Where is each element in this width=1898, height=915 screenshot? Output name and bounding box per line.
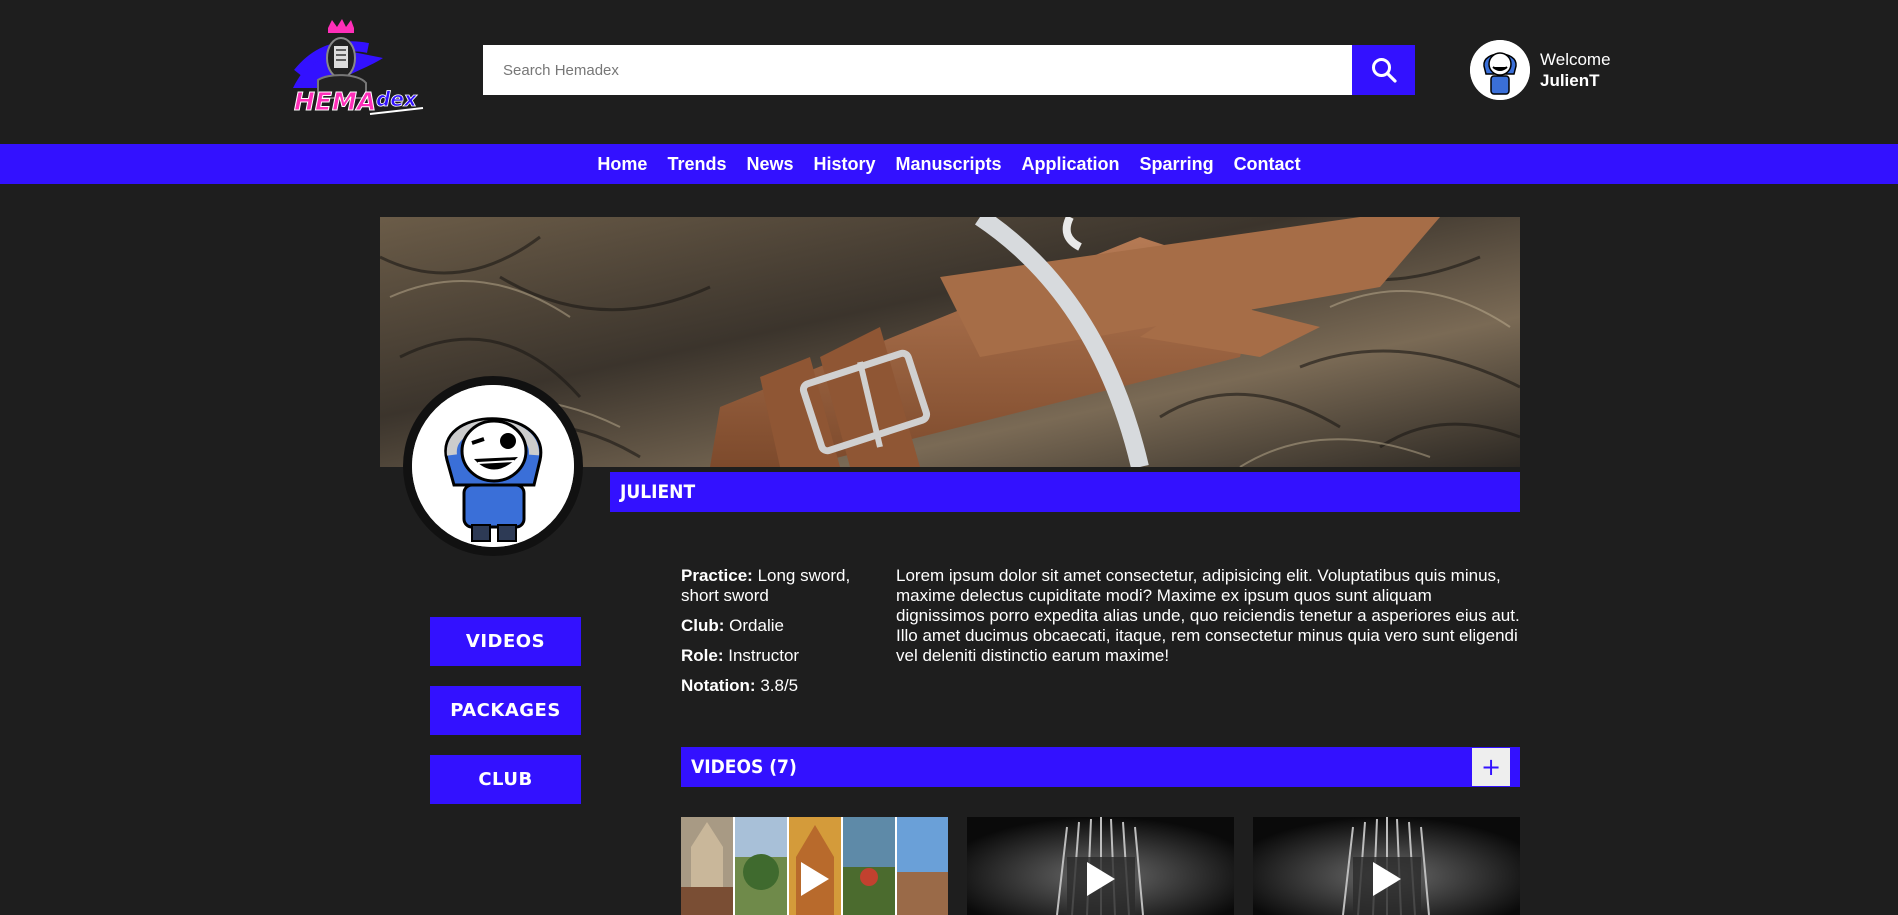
videos-section-header: VIDEOS (7) + xyxy=(681,747,1520,787)
play-icon[interactable] xyxy=(800,862,829,896)
info-value: Ordalie xyxy=(729,616,784,635)
nav-contact[interactable]: Contact xyxy=(1234,154,1301,175)
user-avatar[interactable] xyxy=(1470,40,1530,100)
info-practice: Practice: Long sword, short sword xyxy=(681,566,881,606)
svg-text:dex: dex xyxy=(376,87,418,111)
nav-application[interactable]: Application xyxy=(1022,154,1120,175)
sidebar-videos-button[interactable]: VIDEOS xyxy=(430,617,581,666)
search-bar xyxy=(483,45,1415,95)
nav-news[interactable]: News xyxy=(746,154,793,175)
nav-home[interactable]: Home xyxy=(597,154,647,175)
info-key: Role: xyxy=(681,646,724,665)
videos-title: VIDEOS (7) xyxy=(691,756,797,778)
info-key: Notation: xyxy=(681,676,756,695)
info-key: Practice: xyxy=(681,566,753,585)
profile-bio: Lorem ipsum dolor sit amet consectetur, … xyxy=(896,566,1520,665)
play-icon[interactable] xyxy=(1372,862,1401,896)
add-video-button[interactable]: + xyxy=(1472,748,1510,786)
video-thumbnail[interactable] xyxy=(967,817,1234,915)
info-value: 3.8/5 xyxy=(760,676,799,695)
hemadex-logo[interactable]: HEMA dex xyxy=(288,18,428,124)
sidebar-club-button[interactable]: CLUB xyxy=(430,755,581,804)
nav-history[interactable]: History xyxy=(814,154,876,175)
info-role: Role: Instructor xyxy=(681,646,881,666)
profile-name: JULIENT xyxy=(620,481,696,503)
info-notation: Notation: 3.8/5 xyxy=(681,676,881,696)
main-nav: Home Trends News History Manuscripts App… xyxy=(0,144,1898,184)
username-label[interactable]: JulienT xyxy=(1540,70,1611,91)
welcome-label: Welcome xyxy=(1540,50,1611,69)
profile-info: Practice: Long sword, short sword Club: … xyxy=(681,566,881,706)
sidebar-packages-button[interactable]: PACKAGES xyxy=(430,686,581,735)
profile-name-bar: JULIENT xyxy=(610,472,1520,512)
mascot-avatar-icon xyxy=(412,385,574,547)
svg-text:HEMA: HEMA xyxy=(294,87,376,116)
header: HEMA dex Welcome JulienT xyxy=(0,0,1898,144)
profile-avatar xyxy=(403,376,583,556)
info-club: Club: Ordalie xyxy=(681,616,881,636)
info-value: Instructor xyxy=(728,646,800,665)
user-welcome: Welcome JulienT xyxy=(1540,49,1611,91)
nav-sparring[interactable]: Sparring xyxy=(1140,154,1214,175)
nav-manuscripts[interactable]: Manuscripts xyxy=(896,154,1002,175)
play-icon[interactable] xyxy=(1086,862,1115,896)
nav-trends[interactable]: Trends xyxy=(667,154,726,175)
video-thumbnail[interactable] xyxy=(681,817,948,915)
search-button[interactable] xyxy=(1352,45,1415,95)
search-icon xyxy=(1371,58,1397,83)
user-menu[interactable]: Welcome JulienT xyxy=(1470,40,1611,100)
search-input[interactable] xyxy=(483,45,1352,95)
video-thumbnail[interactable] xyxy=(1253,817,1520,915)
mascot-avatar-icon xyxy=(1470,40,1530,100)
info-key: Club: xyxy=(681,616,725,635)
